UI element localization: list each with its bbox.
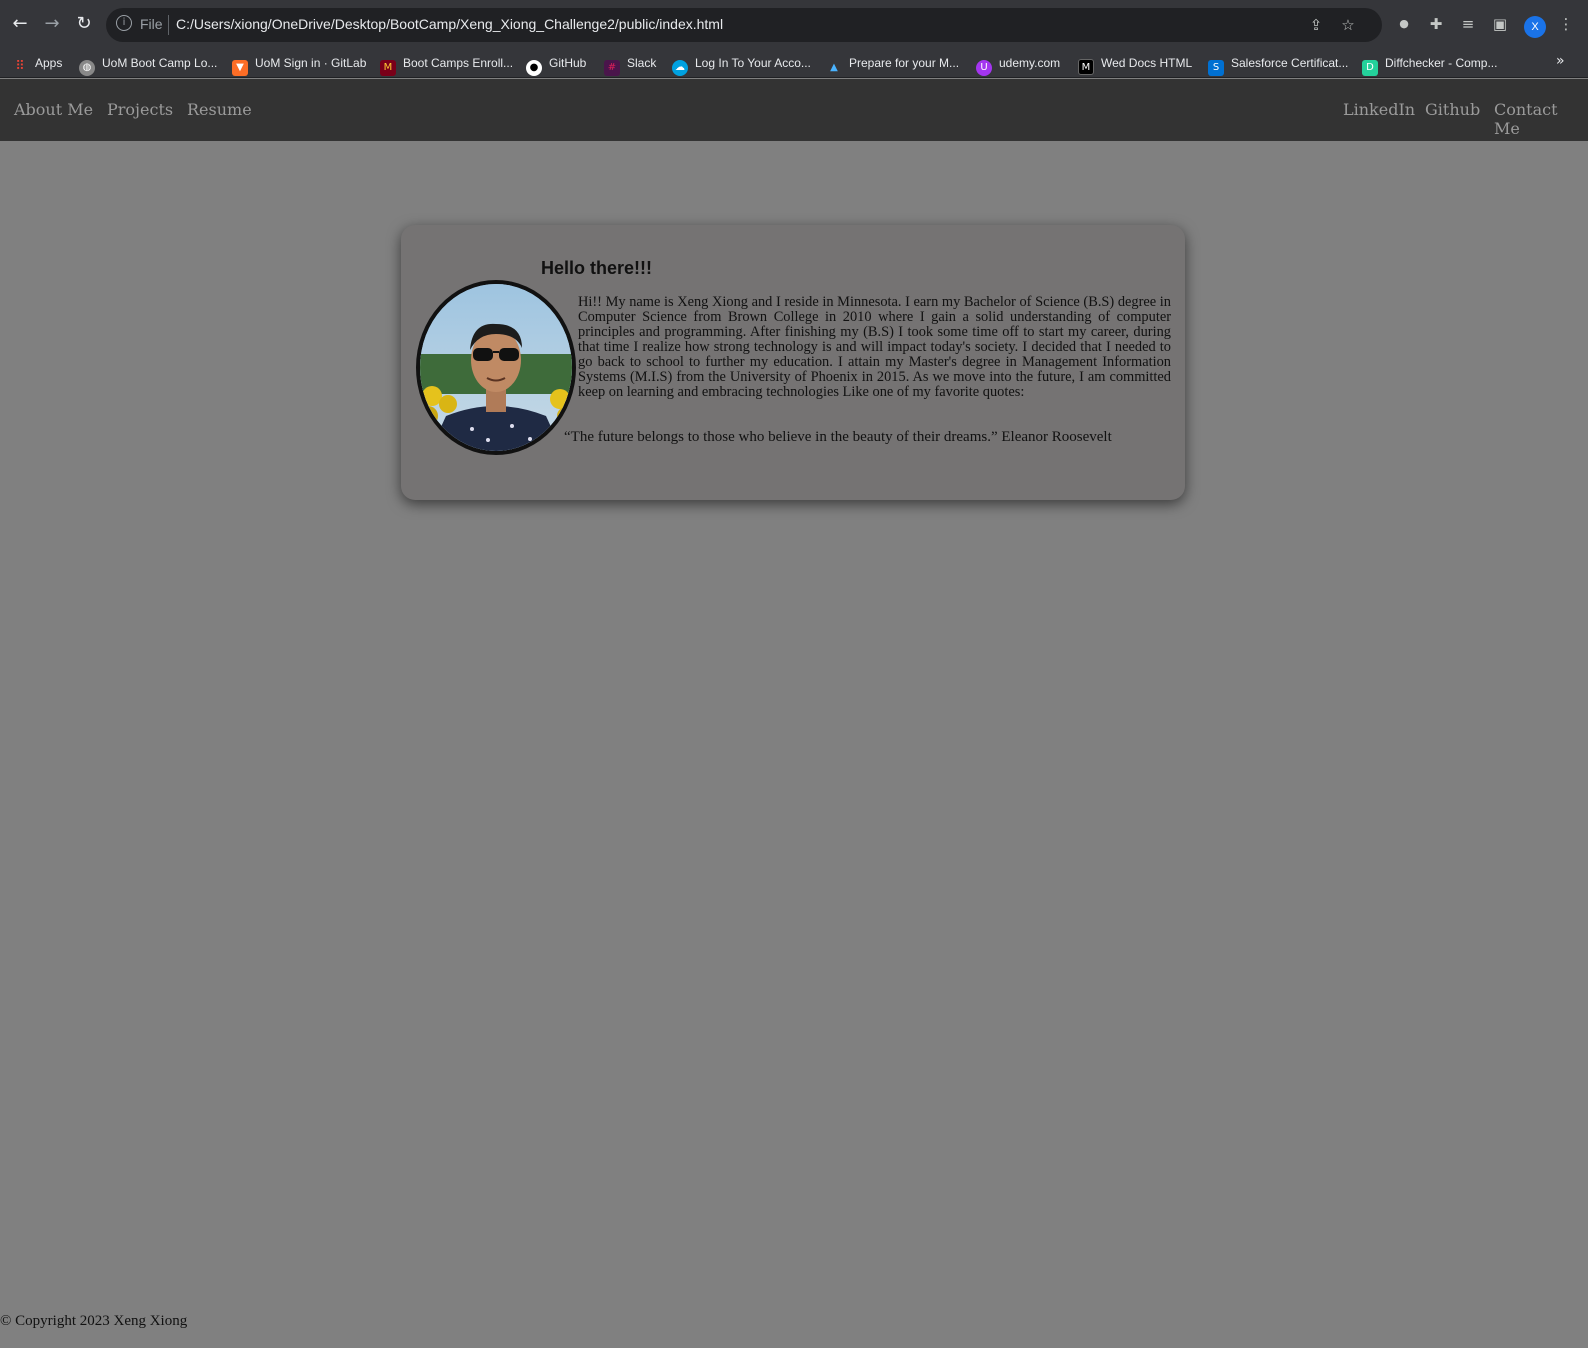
bookmark-slack[interactable]: # Slack — [604, 53, 657, 76]
bookmark-boot-camps-enroll[interactable]: M Boot Camps Enroll... — [380, 53, 514, 76]
bookmark-apps[interactable]: ⠿ Apps — [12, 53, 63, 74]
udemy-icon: U — [976, 60, 992, 76]
forward-icon[interactable]: → — [40, 12, 64, 36]
diffchecker-icon: D — [1362, 60, 1378, 76]
bookmark-salesforce-cert[interactable]: S Salesforce Certificat... — [1208, 53, 1349, 76]
site-nav: About Me Projects Resume LinkedIn Github… — [0, 79, 1588, 141]
address-bar[interactable]: i File C:/Users/xiong/OneDrive/Desktop/B… — [106, 8, 1382, 42]
star-icon[interactable]: ☆ — [1338, 15, 1358, 35]
nav-linkedin[interactable]: LinkedIn — [1343, 100, 1415, 119]
info-icon[interactable]: i — [116, 15, 132, 31]
bookmarks-overflow-icon[interactable]: » — [1556, 53, 1565, 69]
bookmark-prepare[interactable]: ▲ Prepare for your M... — [826, 53, 959, 73]
apps-grid-icon: ⠿ — [15, 59, 25, 74]
file-label: File — [140, 16, 163, 32]
bookmark-mdn[interactable]: M Wed Docs HTML — [1078, 53, 1193, 75]
menu-icon[interactable]: ⋮ — [1556, 14, 1576, 34]
favorite-quote: “The future belongs to those who believe… — [564, 429, 1112, 445]
about-card: Hello there!!! Hi!! My name is Xeng Xion… — [401, 225, 1185, 500]
extension-icon[interactable]: ● — [1394, 14, 1414, 34]
bookmark-label: UoM Boot Camp Lo... — [102, 56, 218, 70]
bookmarks-bar: ⠿ Apps ◍ UoM Boot Camp Lo... ▼ UoM Sign in … — [0, 48, 1588, 78]
bookmark-label: Wed Docs HTML — [1101, 56, 1193, 70]
salesforce-cloud-icon: ☁ — [672, 60, 688, 76]
bookmark-label: udemy.com — [999, 56, 1061, 70]
profile-photo — [416, 280, 576, 455]
nav-projects[interactable]: Projects — [107, 100, 173, 119]
bookmark-salesforce-login[interactable]: ☁ Log In To Your Acco... — [672, 53, 811, 76]
bookmark-uom-boot-camp[interactable]: ◍ UoM Boot Camp Lo... — [79, 53, 218, 76]
salesforce-icon: S — [1208, 60, 1224, 76]
copyright-footer: © Copyright 2023 Xeng Xiong — [0, 1313, 188, 1329]
card-title: Hello there!!! — [541, 258, 653, 278]
nav-about-me[interactable]: About Me — [14, 100, 93, 119]
bookmark-github[interactable]: ● GitHub — [526, 53, 587, 76]
globe-icon: ◍ — [79, 60, 95, 76]
bookmark-label: Apps — [35, 56, 63, 70]
bookmark-udemy[interactable]: Uudemy.com — [976, 53, 1061, 76]
github-icon: ● — [526, 60, 542, 76]
umn-icon: M — [380, 60, 396, 76]
bookmark-label: Diffchecker - Comp... — [1385, 56, 1498, 70]
bio-paragraph: Hi!! My name is Xeng Xiong and I reside … — [578, 294, 1171, 400]
gitlab-icon: ▼ — [232, 60, 248, 76]
bookmark-label: Salesforce Certificat... — [1231, 56, 1349, 70]
browser-toolbar: ← → ↻ i File C:/Users/xiong/OneDrive/Des… — [0, 0, 1588, 48]
bookmark-label: Slack — [627, 56, 657, 70]
bookmark-label: Prepare for your M... — [849, 56, 960, 70]
bookmark-label: GitHub — [549, 56, 587, 70]
slack-icon: # — [604, 60, 620, 76]
nav-github[interactable]: Github — [1425, 100, 1480, 119]
reading-list-icon[interactable]: ≡ — [1458, 14, 1478, 34]
omnibox-divider — [168, 15, 169, 35]
profile-avatar[interactable]: X — [1524, 16, 1546, 38]
profile-photo-illustration — [420, 284, 572, 451]
bookmark-gitlab[interactable]: ▼ UoM Sign in · GitLab — [232, 53, 367, 76]
nav-contact-me[interactable]: Contact Me — [1494, 100, 1588, 138]
share-icon[interactable]: ⇪ — [1306, 15, 1326, 35]
bookmark-label: UoM Sign in · GitLab — [255, 56, 367, 70]
side-panel-icon[interactable]: ▣ — [1490, 14, 1510, 34]
back-icon[interactable]: ← — [8, 12, 32, 36]
bookmark-label: Boot Camps Enroll... — [403, 56, 514, 70]
reload-icon[interactable]: ↻ — [72, 12, 96, 36]
bookmark-diffchecker[interactable]: D Diffchecker - Comp... — [1362, 53, 1498, 76]
prepare-icon: ▲ — [830, 62, 838, 73]
mdn-icon: M — [1078, 59, 1094, 75]
url-text[interactable]: C:/Users/xiong/OneDrive/Desktop/BootCamp… — [176, 16, 723, 32]
bookmark-label: Log In To Your Acco... — [695, 56, 811, 70]
puzzle-icon[interactable]: ✚ — [1426, 14, 1446, 34]
nav-resume[interactable]: Resume — [187, 100, 252, 119]
